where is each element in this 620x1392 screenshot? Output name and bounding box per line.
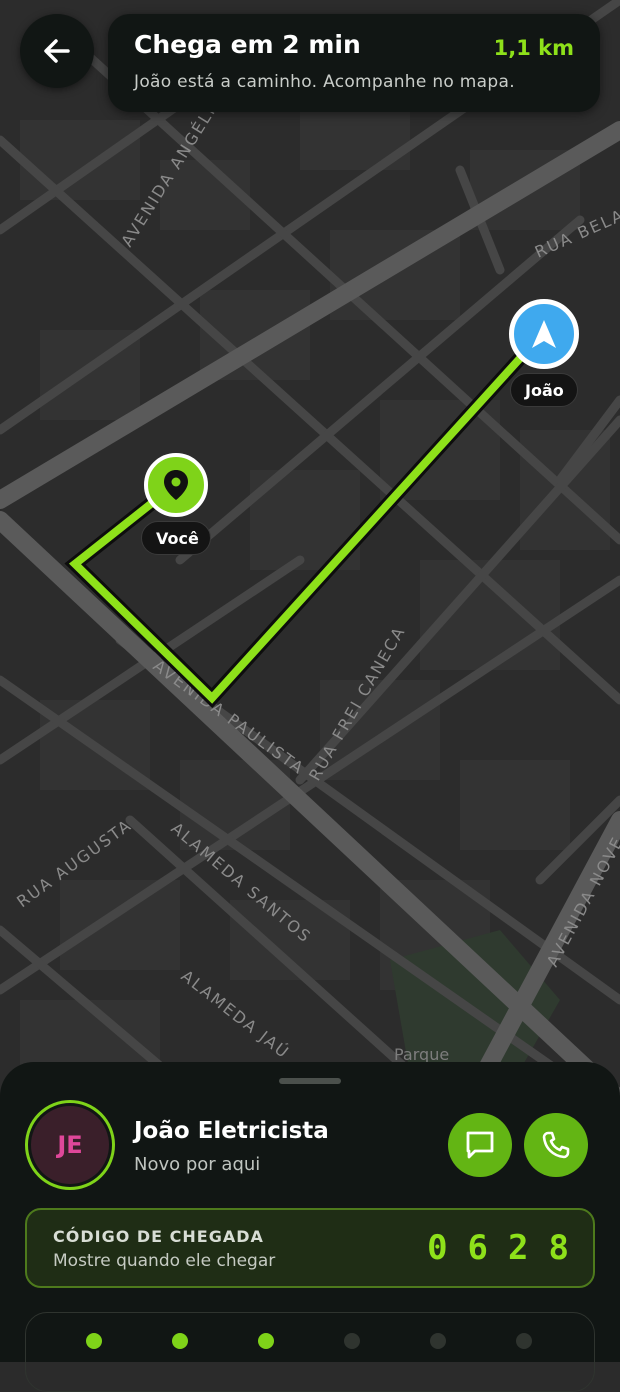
map-canvas: AVENIDA ANGÉLICA RUA BELA AVENIDA PAULIS… bbox=[0, 0, 620, 1100]
eta-title: Chega em 2 min bbox=[134, 30, 361, 59]
chat-bubble-icon bbox=[466, 1131, 494, 1159]
driver-location-pin[interactable] bbox=[509, 299, 579, 369]
code-digit: 8 bbox=[548, 1228, 569, 1268]
arrival-code-label: CÓDIGO DE CHEGADA bbox=[53, 1227, 264, 1246]
driver-name: João Eletricista bbox=[134, 1118, 329, 1144]
eta-card: Chega em 2 min 1,1 km João está a caminh… bbox=[108, 14, 600, 112]
distance-value: 1,1 km bbox=[493, 36, 574, 60]
arrow-left-icon bbox=[44, 39, 70, 63]
progress-step-done bbox=[258, 1333, 274, 1349]
navigation-arrow-icon bbox=[532, 320, 556, 348]
bottom-sheet[interactable]: JE João Eletricista Novo por aqui CÓDIGO… bbox=[0, 1062, 620, 1392]
code-digit: 6 bbox=[467, 1228, 489, 1268]
driver-location-label: João bbox=[510, 373, 578, 407]
code-digit: 2 bbox=[508, 1228, 529, 1268]
arrival-code-box: CÓDIGO DE CHEGADA Mostre quando ele cheg… bbox=[25, 1208, 595, 1288]
location-pin-icon bbox=[164, 470, 188, 500]
progress-step-pending bbox=[344, 1333, 360, 1349]
driver-status: Novo por aqui bbox=[134, 1154, 261, 1175]
progress-steps bbox=[25, 1312, 595, 1392]
arrival-code-hint: Mostre quando ele chegar bbox=[53, 1251, 276, 1271]
phone-icon bbox=[542, 1131, 570, 1159]
progress-step-done bbox=[172, 1333, 188, 1349]
avatar: JE bbox=[31, 1106, 109, 1184]
your-location-pin[interactable] bbox=[144, 453, 208, 517]
driver-avatar-ring: JE bbox=[25, 1100, 115, 1190]
arrival-code-digits: 0 6 2 8 bbox=[427, 1228, 569, 1268]
map-view[interactable]: AVENIDA ANGÉLICA RUA BELA AVENIDA PAULIS… bbox=[0, 0, 620, 1100]
call-button[interactable] bbox=[524, 1113, 588, 1177]
eta-subtitle: João está a caminho. Acompanhe no mapa. bbox=[134, 72, 515, 92]
chat-button[interactable] bbox=[448, 1113, 512, 1177]
progress-step-pending bbox=[430, 1333, 446, 1349]
progress-step-done bbox=[86, 1333, 102, 1349]
progress-step-pending bbox=[516, 1333, 532, 1349]
your-location-label: Você bbox=[141, 521, 211, 555]
back-button[interactable] bbox=[20, 14, 94, 88]
sheet-drag-handle[interactable] bbox=[279, 1078, 341, 1084]
code-digit: 0 bbox=[427, 1228, 448, 1268]
